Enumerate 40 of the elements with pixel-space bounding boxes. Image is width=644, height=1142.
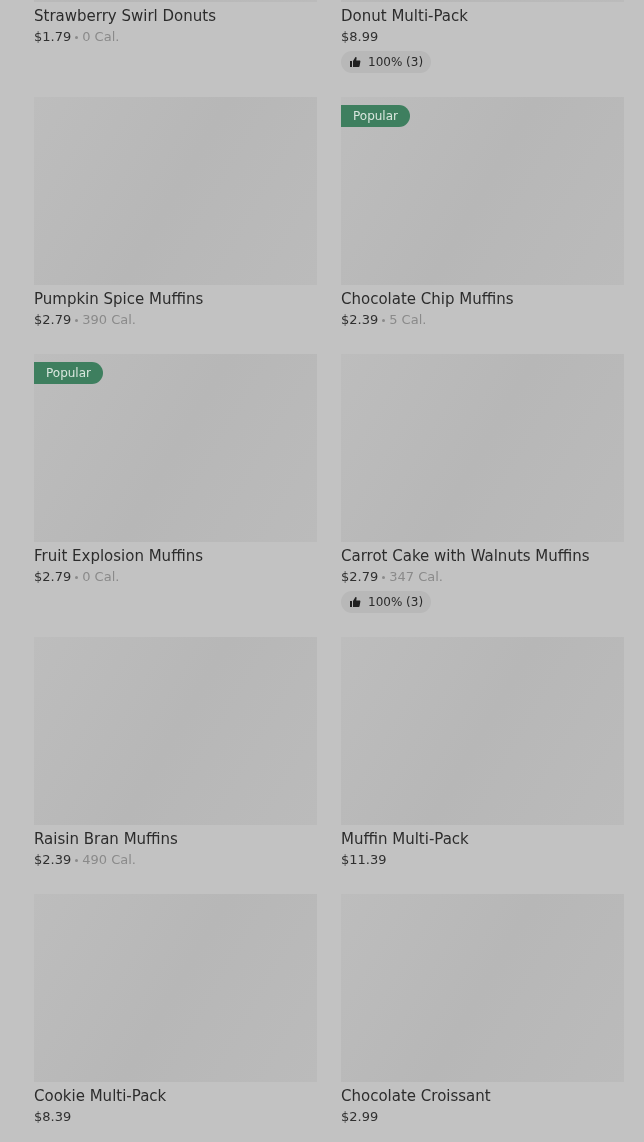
item-price: $2.99 (341, 1108, 379, 1126)
item-calories: 5 Cal. (389, 311, 427, 329)
item-price: $8.99 (341, 28, 379, 46)
item-calories: 347 Cal. (389, 568, 443, 586)
item-name[interactable]: Pumpkin Spice Muffins (34, 288, 204, 310)
item-price: $2.39 (341, 311, 379, 329)
item-name[interactable]: Muffin Multi-Pack (341, 828, 469, 850)
separator-dot (75, 318, 79, 322)
separator-dot (75, 575, 79, 579)
item-name[interactable]: Strawberry Swirl Donuts (34, 5, 216, 27)
item-name[interactable]: Cookie Multi-Pack (34, 1085, 167, 1107)
separator-dot (382, 575, 386, 579)
separator-dot (382, 318, 386, 322)
separator-dot (75, 35, 79, 39)
item-name[interactable]: Carrot Cake with Walnuts Muffins (341, 545, 590, 567)
image-placeholder[interactable]: Popular (341, 97, 624, 285)
item-price: $1.79 (34, 28, 72, 46)
item-name[interactable]: Fruit Explosion Muffins (34, 545, 203, 567)
item-price: $2.79 (341, 568, 379, 586)
popular-badge: Popular (341, 105, 410, 127)
image-placeholder[interactable]: Popular (34, 354, 317, 542)
thumbs-up-icon (349, 596, 361, 608)
item-name[interactable]: Chocolate Croissant (341, 1085, 491, 1107)
item-price: $2.79 (34, 568, 72, 586)
item-name[interactable]: Chocolate Chip Muffins (341, 288, 514, 310)
item-calories: 390 Cal. (82, 311, 136, 329)
item-name[interactable]: Raisin Bran Muffins (34, 828, 178, 850)
item-price: $2.79 (34, 311, 72, 329)
separator-dot (75, 858, 79, 862)
item-price: $8.39 (34, 1108, 72, 1126)
item-price: $2.39 (34, 851, 72, 869)
item-calories: 0 Cal. (82, 28, 120, 46)
rating-pill: 100% (3) (341, 591, 432, 613)
popular-badge: Popular (34, 362, 103, 384)
rating-pill: 100% (3) (341, 51, 432, 73)
item-calories: 490 Cal. (82, 851, 136, 869)
thumbs-up-icon (349, 56, 361, 68)
item-calories: 0 Cal. (82, 568, 120, 586)
item-price: $11.39 (341, 851, 387, 869)
item-name[interactable]: Donut Multi-Pack (341, 5, 468, 27)
